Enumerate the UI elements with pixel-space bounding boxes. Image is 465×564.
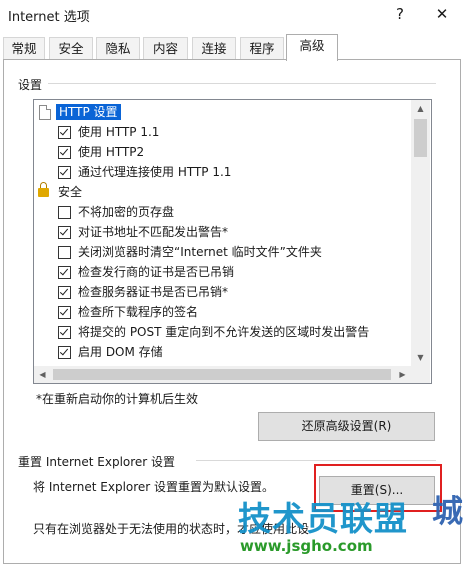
checkbox-publisher-revocation[interactable] <box>58 266 71 279</box>
close-button[interactable]: ✕ <box>428 2 456 26</box>
vertical-scroll-thumb[interactable] <box>414 119 427 157</box>
watermark-text: 技术员联盟 <box>238 499 408 538</box>
document-icon <box>39 105 51 120</box>
option-label: 关闭浏览器时清空“Internet 临时文件”文件夹 <box>78 245 322 259</box>
tab-security[interactable]: 安全 <box>49 37 93 59</box>
option-label: 使用 HTTP 1.1 <box>78 125 160 139</box>
option-label: 检查服务器证书是否已吊销* <box>78 285 229 299</box>
checkbox-no-save-encrypted[interactable] <box>58 206 71 219</box>
checkbox-server-revocation[interactable] <box>58 286 71 299</box>
tree-option[interactable]: 检查发行商的证书是否已吊销 <box>34 262 410 282</box>
checkbox-proxy-http11[interactable] <box>58 166 71 179</box>
checkbox-http11[interactable] <box>58 126 71 139</box>
category-label: HTTP 设置 <box>56 104 121 120</box>
tree-option[interactable]: 通过代理连接使用 HTTP 1.1 <box>34 162 410 182</box>
settings-tree[interactable]: HTTP 设置 使用 HTTP 1.1 使用 HTTP2 通过代理连接使用 HT… <box>33 99 432 384</box>
scroll-down-icon[interactable]: ▼ <box>411 349 430 366</box>
reset-group-divider <box>196 460 436 461</box>
tree-option[interactable]: 使用 HTTP 1.1 <box>34 122 410 142</box>
help-button[interactable]: ? <box>388 2 412 26</box>
horizontal-scrollbar[interactable]: ◀ ▶ <box>34 366 411 383</box>
checkbox-post-redirect[interactable] <box>58 326 71 339</box>
title-bar: Internet 选项 ? ✕ <box>0 0 465 30</box>
tree-category-http[interactable]: HTTP 设置 <box>34 102 410 122</box>
scroll-left-icon[interactable]: ◀ <box>34 366 51 383</box>
tab-programs[interactable]: 程序 <box>240 37 284 59</box>
tree-option[interactable]: 对证书地址不匹配发出警告* <box>34 222 410 242</box>
option-label: 对证书地址不匹配发出警告* <box>78 225 229 239</box>
scroll-right-icon[interactable]: ▶ <box>394 366 411 383</box>
settings-group-divider <box>48 83 436 84</box>
checkbox-http2[interactable] <box>58 146 71 159</box>
tab-advanced[interactable]: 高级 <box>286 34 338 61</box>
restore-advanced-settings-button[interactable]: 还原高级设置(R) <box>258 412 435 441</box>
tab-privacy[interactable]: 隐私 <box>96 37 140 59</box>
tree-option[interactable]: 检查服务器证书是否已吊销* <box>34 282 410 302</box>
option-label: 将提交的 POST 重定向到不允许发送的区域时发出警告 <box>78 325 370 339</box>
category-label: 安全 <box>58 185 83 199</box>
window-title: Internet 选项 <box>8 10 90 25</box>
tree-option[interactable]: 关闭浏览器时清空“Internet 临时文件”文件夹 <box>34 242 410 262</box>
tree-option[interactable]: 将提交的 POST 重定向到不允许发送的区域时发出警告 <box>34 322 410 342</box>
watermark-logo: 技术员联盟 城 <box>238 492 463 540</box>
horizontal-scroll-thumb[interactable] <box>53 369 391 380</box>
vertical-scrollbar[interactable]: ▲ ▼ <box>411 100 430 366</box>
lock-icon <box>38 182 49 197</box>
tree-option[interactable]: 检查所下载程序的签名 <box>34 302 410 322</box>
reset-group-label: 重置 Internet Explorer 设置 <box>18 455 176 469</box>
tree-category-security[interactable]: 安全 <box>34 182 410 202</box>
tab-connections[interactable]: 连接 <box>192 37 236 59</box>
restart-note: *在重新启动你的计算机后生效 <box>36 392 199 406</box>
tab-general[interactable]: 常规 <box>3 37 45 59</box>
checkbox-dom-storage[interactable] <box>58 346 71 359</box>
option-label: 启用 DOM 存储 <box>78 345 163 359</box>
checkbox-empty-temp-files[interactable] <box>58 246 71 259</box>
tab-content[interactable]: 内容 <box>143 37 188 59</box>
watermark-accent: 城 <box>432 494 464 530</box>
watermark-url: www.jsgho.com <box>240 537 373 555</box>
tree-option[interactable]: 启用 DOM 存储 <box>34 342 410 362</box>
tab-strip: 常规 安全 隐私 内容 连接 程序 高级 <box>0 34 465 61</box>
checkbox-cert-mismatch[interactable] <box>58 226 71 239</box>
option-label: 检查发行商的证书是否已吊销 <box>78 265 235 279</box>
option-label: 通过代理连接使用 HTTP 1.1 <box>78 165 232 179</box>
settings-group-label: 设置 <box>18 78 43 92</box>
option-label: 不将加密的页存盘 <box>78 205 175 219</box>
checkbox-download-signature[interactable] <box>58 306 71 319</box>
option-label: 检查所下载程序的签名 <box>78 305 199 319</box>
tree-option[interactable]: 不将加密的页存盘 <box>34 202 410 222</box>
option-label: 使用 HTTP2 <box>78 145 145 159</box>
tree-option[interactable]: 使用 HTTP2 <box>34 142 410 162</box>
scrollbar-corner <box>411 366 430 383</box>
scroll-up-icon[interactable]: ▲ <box>411 100 430 117</box>
